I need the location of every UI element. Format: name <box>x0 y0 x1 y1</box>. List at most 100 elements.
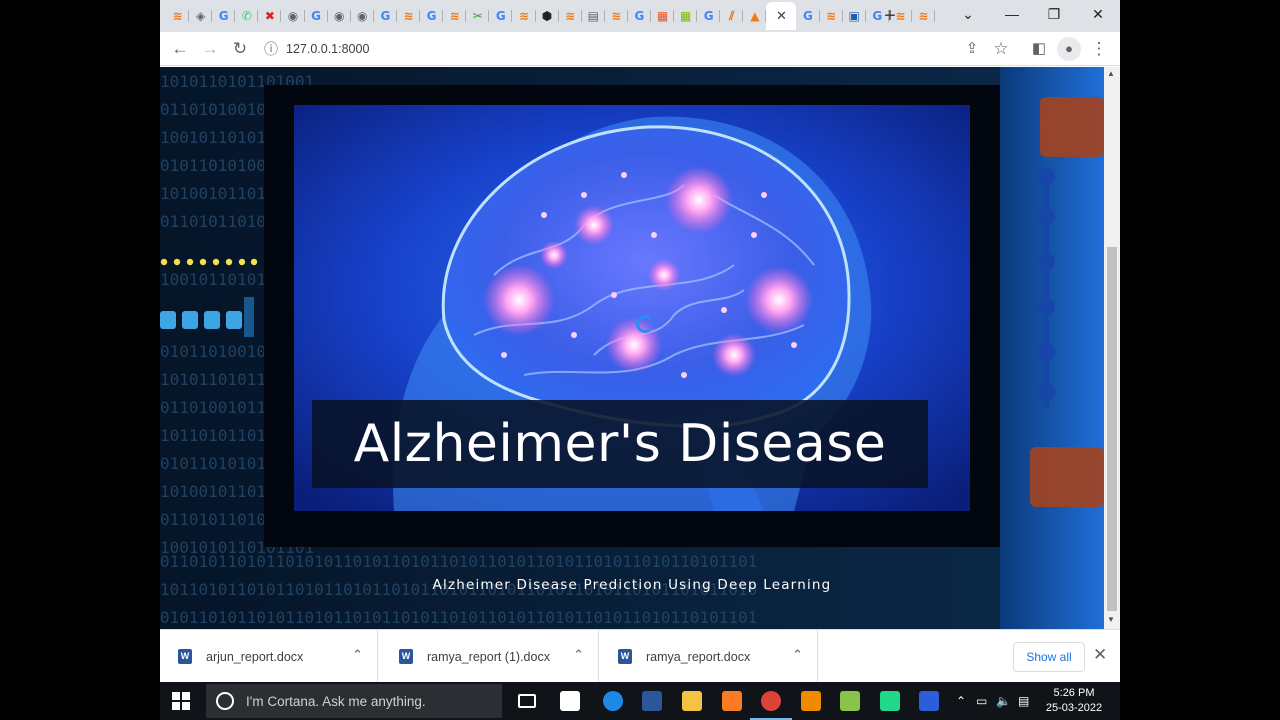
cortana-search-box[interactable]: I'm Cortana. Ask me anything. <box>206 684 502 718</box>
windows-start-icon[interactable] <box>172 692 190 710</box>
clock[interactable]: 5:26 PM 25-03-2022 <box>1044 686 1104 716</box>
scroll-thumb[interactable] <box>1107 247 1117 611</box>
chrome-icon[interactable] <box>750 688 792 720</box>
minimize-button[interactable]: — <box>990 0 1034 30</box>
browser-tab[interactable]: ◈ <box>189 2 213 30</box>
tab-icon-2: ◈ <box>196 9 206 23</box>
word-icon[interactable] <box>639 688 665 714</box>
tab-icon-29: ▣ <box>848 9 860 23</box>
browser-tab[interactable]: ≋ <box>443 2 467 30</box>
browser-tab[interactable]: ✆ <box>235 2 259 30</box>
cortana-placeholder[interactable]: I'm Cortana. Ask me anything. <box>246 694 426 709</box>
browser-tab[interactable]: ≋ <box>559 2 582 30</box>
browser-tab[interactable]: ⬢ <box>536 2 559 30</box>
browser-tab[interactable]: ≋ <box>912 2 936 30</box>
browser-tab[interactable]: ◉ <box>281 2 305 30</box>
browser-toolbar: ← → ↻ ⓘ 127.0.0.1:8000 ⇪ ☆ ◧ ● ⋮ <box>160 32 1120 66</box>
google-icon: G <box>803 9 813 23</box>
side-panel-icon[interactable]: ◧ <box>1027 37 1051 61</box>
download-filename[interactable]: ramya_report (1).docx <box>427 650 550 664</box>
tab-search-button[interactable]: ⌄ <box>946 0 990 30</box>
browser-tab[interactable]: G <box>796 2 820 30</box>
microsoft-icon: ▦ <box>656 9 669 23</box>
download-item[interactable]: W ramya_report (1).docx ⌃ <box>381 630 599 682</box>
browser-tab[interactable]: ▤ <box>582 2 605 30</box>
address-bar[interactable]: ⓘ 127.0.0.1:8000 <box>264 36 1024 62</box>
browser-tab[interactable]: ◉ <box>351 2 374 30</box>
browser-tab[interactable]: ⫽ <box>720 2 744 30</box>
browser-tab[interactable]: ✂ <box>466 2 490 30</box>
browser-tab[interactable]: ▦ <box>651 2 675 30</box>
screen: ≋ ◈ G ✆ ✖ ◉ G ◉ ◉ G ≋ G ≋ ✂ G ≋ ⬢ ≋ ▤ ≋ G ▦ ▦ G ⫽ ▲ ✕ G ≋ ▣ G ≋ ≋ + ⌄ — … <box>0 0 1280 720</box>
download-item[interactable]: W arjun_report.docx ⌃ <box>160 630 378 682</box>
file-explorer-icon[interactable] <box>679 688 705 714</box>
download-filename[interactable]: arjun_report.docx <box>206 650 303 664</box>
browser-tab[interactable]: G <box>697 2 721 30</box>
scroll-down-arrow-icon[interactable]: ▼ <box>1107 615 1115 624</box>
pycharm-icon[interactable] <box>877 688 903 714</box>
browser-window: ≋ ◈ G ✆ ✖ ◉ G ◉ ◉ G ≋ G ≋ ✂ G ≋ ⬢ ≋ ▤ ≋ G ▦ ▦ G ⫽ ▲ ✕ G ≋ ▣ G ≋ ≋ + ⌄ — … <box>160 0 1120 682</box>
volume-icon[interactable]: 🔈 <box>996 694 1011 708</box>
active-tab[interactable]: ✕ <box>766 2 797 30</box>
tab-icon-17: ⬢ <box>541 9 553 23</box>
close-tab-icon[interactable]: ✕ <box>776 8 787 24</box>
browser-tab[interactable]: ≋ <box>166 2 190 30</box>
browser-tab[interactable]: G <box>305 2 328 30</box>
download-item[interactable]: W ramya_report.docx ⌃ <box>600 630 818 682</box>
task-view-icon[interactable] <box>514 688 540 714</box>
chevron-up-icon[interactable]: ⌃ <box>352 647 363 663</box>
browser-tab[interactable]: G <box>489 2 513 30</box>
back-button[interactable]: ← <box>168 37 192 61</box>
chevron-up-icon[interactable]: ⌃ <box>792 647 803 663</box>
browser-tab[interactable]: ◉ <box>328 2 351 30</box>
whatsapp-icon: ✆ <box>241 9 252 23</box>
chrome-menu-button[interactable]: ⋮ <box>1087 37 1111 61</box>
browser-tab[interactable]: ▣ <box>843 2 866 30</box>
share-icon[interactable]: ⇪ <box>960 37 984 61</box>
edge-icon[interactable] <box>600 688 626 714</box>
profile-avatar[interactable]: ● <box>1057 37 1081 61</box>
browser-tab[interactable]: ✖ <box>258 2 282 30</box>
browser-tab[interactable]: ≋ <box>512 2 536 30</box>
pycharm-icon-glyph <box>880 691 900 711</box>
url-text[interactable]: 127.0.0.1:8000 <box>286 42 369 56</box>
tab-icon-25: ⫽ <box>729 8 735 23</box>
browser-tab[interactable]: ≋ <box>397 2 421 30</box>
word-doc-icon: W <box>618 649 632 664</box>
word-icon-glyph <box>642 691 662 711</box>
close-window-button[interactable]: ✕ <box>1076 0 1120 30</box>
download-filename[interactable]: ramya_report.docx <box>646 650 750 664</box>
browser-tab[interactable]: G <box>212 2 236 30</box>
browser-tab[interactable]: G <box>374 2 398 30</box>
notifications-icon[interactable]: ▤ <box>1018 694 1029 708</box>
bookmark-star-icon[interactable]: ☆ <box>989 37 1013 61</box>
clock-time: 5:26 PM <box>1053 687 1095 699</box>
reload-button[interactable]: ↻ <box>228 37 252 61</box>
browser-tab[interactable]: ≋ <box>605 2 628 30</box>
globe-icon: ◉ <box>333 9 345 23</box>
vlc-icon[interactable] <box>798 688 824 714</box>
browser-tab[interactable]: ▲ <box>743 2 767 30</box>
browser-tab[interactable]: ≋ <box>820 2 843 30</box>
microsoft-icon: ▦ <box>679 9 692 23</box>
browser-tab[interactable]: G <box>420 2 444 30</box>
edge-icon-glyph <box>603 691 623 711</box>
browser-tab[interactable]: ▦ <box>674 2 698 30</box>
scroll-up-arrow-icon[interactable]: ▲ <box>1107 69 1115 78</box>
browser-tab[interactable]: G <box>628 2 652 30</box>
close-download-bar-icon[interactable]: ✕ <box>1093 645 1107 665</box>
site-info-icon[interactable]: ⓘ <box>264 39 278 59</box>
notepadpp-icon[interactable] <box>837 688 863 714</box>
store-icon[interactable] <box>557 688 583 714</box>
network-icon[interactable]: ▭ <box>976 694 987 708</box>
vertical-scrollbar[interactable]: ▲ ▼ <box>1104 67 1120 629</box>
app-icon[interactable] <box>916 688 942 714</box>
show-all-button[interactable]: Show all <box>1013 642 1085 672</box>
xampp-icon[interactable] <box>719 688 745 714</box>
restore-button[interactable]: ❐ <box>1032 0 1076 30</box>
tray-chevron-icon[interactable]: ⌃ <box>956 694 966 708</box>
new-tab-button[interactable]: + <box>878 4 902 28</box>
chevron-up-icon[interactable]: ⌃ <box>573 647 584 663</box>
tab-icon-14: ✂ <box>472 9 483 23</box>
forward-button[interactable]: → <box>198 37 222 61</box>
